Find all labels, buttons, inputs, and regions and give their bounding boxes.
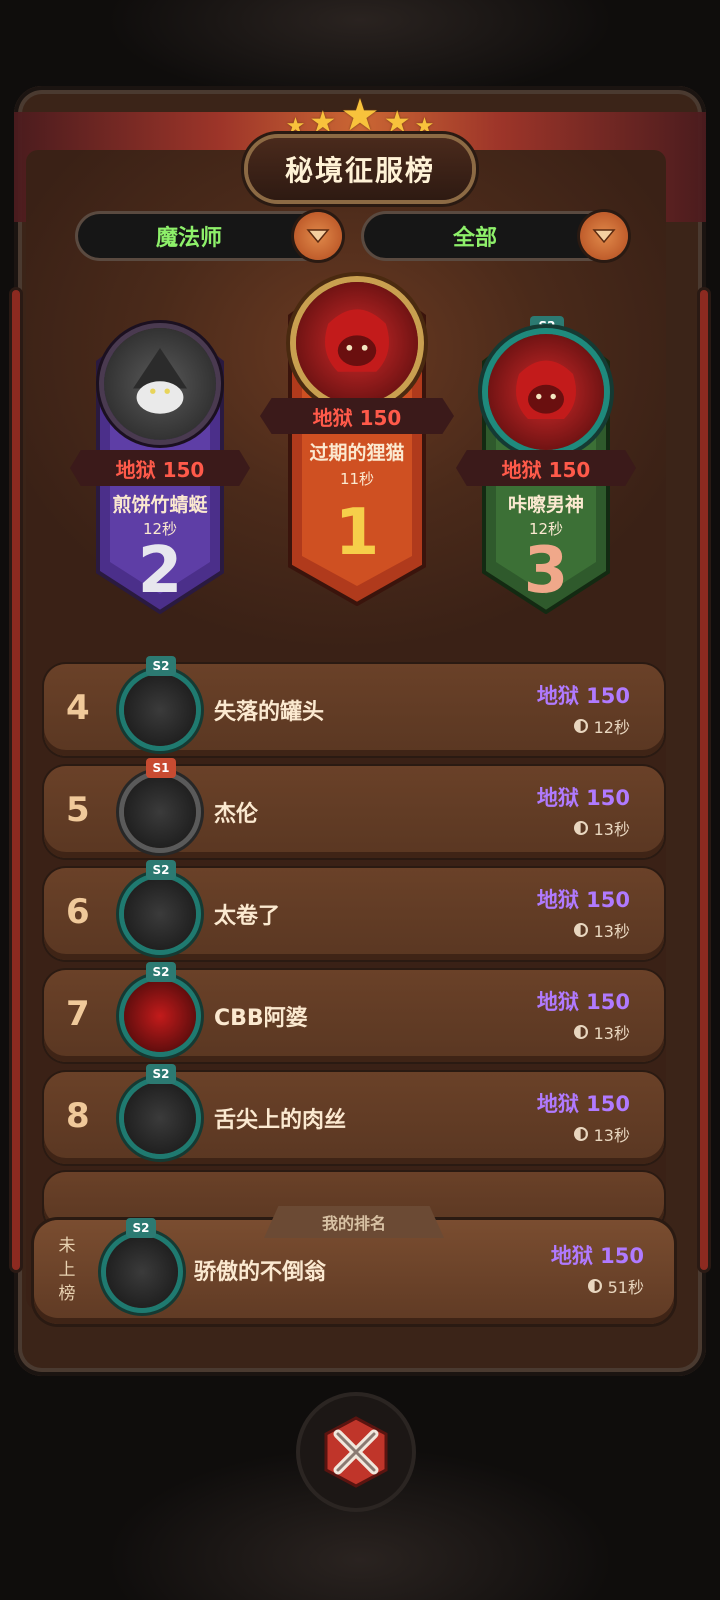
avatar — [106, 1236, 178, 1308]
star-icon: ★ — [414, 114, 435, 139]
podium-time: 11秒 — [339, 470, 375, 488]
podium-name: 煎饼竹蜻蜓 — [112, 494, 208, 516]
clock-icon — [573, 1127, 588, 1141]
avatar — [124, 674, 196, 746]
podium-rank-number: 3 — [523, 534, 569, 608]
star-rating: ★ ★ ★ ★ ★ — [260, 88, 460, 138]
season-badge: S2 — [530, 316, 564, 336]
row-time-value: 13秒 — [593, 1024, 630, 1043]
row-time-value: 13秒 — [593, 922, 630, 941]
podium-score: 地狱 150 — [260, 398, 454, 434]
avatar — [488, 334, 604, 450]
leaderboard-row[interactable]: 6 S2 太卷了 地狱 150 13秒 — [44, 860, 664, 960]
clock-icon — [573, 923, 588, 937]
avatar — [104, 328, 216, 440]
scope-filter-dropdown[interactable]: 全部 — [364, 212, 628, 260]
season-badge: S2 — [126, 1218, 156, 1238]
my-rank-tab: 我的排名 — [264, 1206, 444, 1238]
row-score: 地狱 150 — [536, 888, 630, 912]
season-badge: S2 — [146, 962, 176, 982]
page-title: 秘境征服榜 — [248, 138, 472, 200]
row-time: 13秒 — [573, 1020, 630, 1044]
star-icon: ★ — [285, 114, 306, 139]
avatar — [124, 1082, 196, 1154]
not-ranked-status: 未上榜 — [58, 1236, 76, 1304]
close-button[interactable] — [300, 1396, 412, 1508]
podium-score: 地狱 150 — [456, 450, 636, 486]
row-score: 地狱 150 — [536, 684, 630, 708]
podium-name: 咔嚓男神 — [507, 494, 584, 516]
podium-name: 过期的狸猫 — [309, 442, 405, 464]
my-score: 地狱 150 — [550, 1244, 644, 1268]
row-rank: 7 — [66, 994, 90, 1034]
row-rank: 5 — [66, 790, 90, 830]
avatar — [296, 282, 418, 404]
podium-score: 地狱 150 — [70, 450, 250, 486]
row-player-name: 舌尖上的肉丝 — [214, 1108, 347, 1133]
demon-hero-icon — [325, 309, 389, 372]
row-time-value: 13秒 — [593, 820, 630, 839]
wizard-hat-icon — [133, 348, 187, 414]
class-filter-dropdown[interactable]: 魔法师 — [78, 212, 342, 260]
row-score: 地狱 150 — [536, 786, 630, 810]
clock-icon — [587, 1279, 602, 1293]
clock-icon — [573, 1025, 588, 1039]
season-badge: S1 — [146, 758, 176, 778]
demon-hero-icon — [516, 360, 576, 419]
close-icon — [324, 1416, 388, 1488]
my-player-name: 骄傲的不倒翁 — [194, 1260, 327, 1285]
podium-rank-number: 1 — [334, 496, 380, 570]
leaderboard-row[interactable]: 5 S1 杰伦 地狱 150 13秒 — [44, 758, 664, 858]
star-icon: ★ — [309, 105, 337, 140]
leaderboard-row[interactable]: 7 S2 CBB阿婆 地狱 150 13秒 — [44, 962, 664, 1062]
my-time-value: 51秒 — [607, 1278, 644, 1297]
row-time: 13秒 — [573, 1122, 630, 1146]
row-player-name: 太卷了 — [214, 904, 281, 929]
chevron-down-icon[interactable] — [294, 212, 342, 260]
chevron-down-icon[interactable] — [580, 212, 628, 260]
leaderboard-row[interactable]: 4 S2 失落的罐头 地狱 150 12秒 — [44, 656, 664, 756]
right-rail — [700, 290, 708, 1270]
row-player-name: 失落的罐头 — [214, 700, 325, 725]
clock-icon — [573, 821, 588, 835]
left-rail — [12, 290, 20, 1270]
row-time-value: 12秒 — [593, 718, 630, 737]
podium-rank-3[interactable]: S2 地狱 150 咔嚓男神 12秒 3 — [456, 316, 636, 614]
row-score: 地狱 150 — [536, 1092, 630, 1116]
row-player-name: CBB阿婆 — [214, 1006, 308, 1031]
avatar — [124, 878, 196, 950]
row-rank: 4 — [66, 688, 90, 728]
leaderboard-row[interactable]: 8 S2 舌尖上的肉丝 地狱 150 13秒 — [44, 1064, 664, 1164]
row-time: 12秒 — [573, 714, 630, 738]
row-time-value: 13秒 — [593, 1126, 630, 1145]
row-player-name: 杰伦 — [214, 802, 259, 827]
star-icon: ★ — [383, 105, 411, 140]
avatar — [124, 980, 196, 1052]
row-rank: 8 — [66, 1096, 90, 1136]
row-time: 13秒 — [573, 918, 630, 942]
podium-rank-1[interactable]: 地狱 150 过期的狸猫 11秒 1 — [260, 276, 454, 606]
clock-icon — [573, 719, 588, 733]
row-rank: 6 — [66, 892, 90, 932]
row-score: 地狱 150 — [536, 990, 630, 1014]
podium-rank-number: 2 — [137, 534, 183, 608]
podium-rank-2[interactable]: 地狱 150 煎饼竹蜻蜓 12秒 2 — [70, 322, 250, 614]
my-time: 51秒 — [587, 1274, 644, 1298]
season-badge: S2 — [146, 656, 176, 676]
season-badge: S2 — [146, 1064, 176, 1084]
star-icon: ★ — [340, 90, 380, 141]
row-time: 13秒 — [573, 816, 630, 840]
season-badge: S2 — [146, 860, 176, 880]
avatar — [124, 776, 196, 848]
